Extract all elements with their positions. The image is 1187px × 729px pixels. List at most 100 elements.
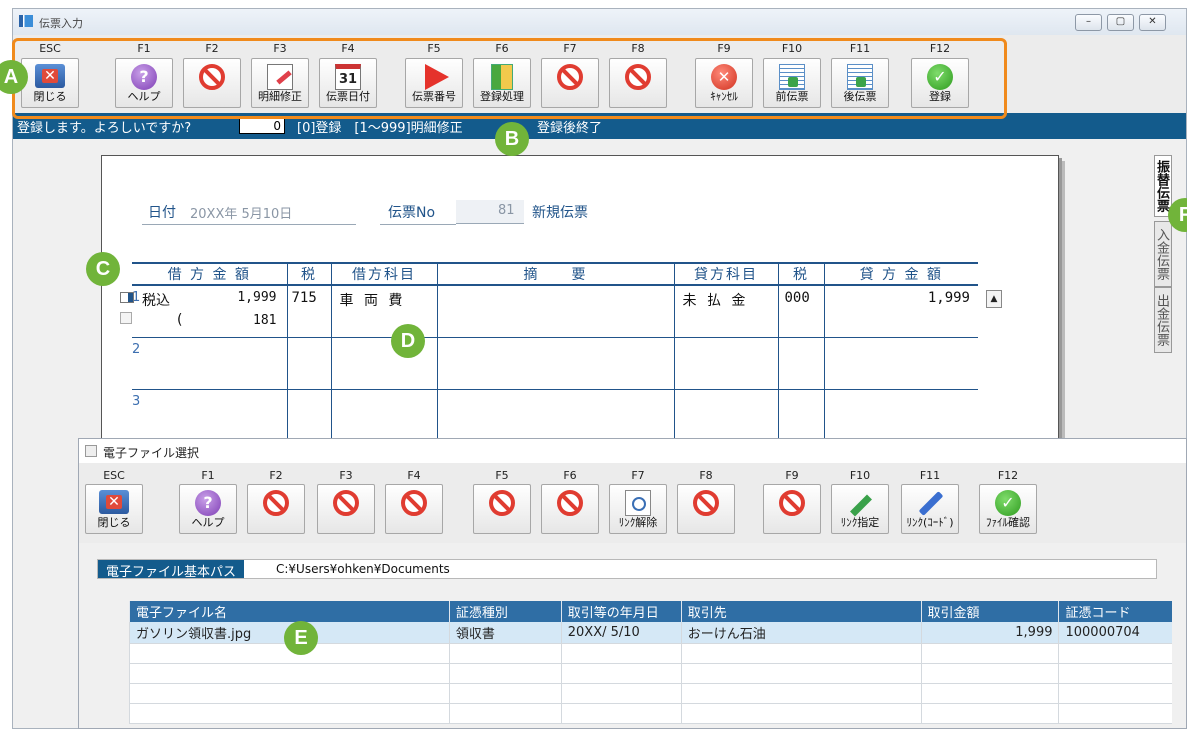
file-col-header[interactable]: 取引金額 [920, 601, 1059, 622]
no-icon [557, 490, 583, 516]
toolbar-button-f5[interactable] [473, 484, 531, 534]
pencil-icon[interactable] [120, 312, 132, 324]
credit-tax[interactable]: 000 [785, 290, 810, 306]
file-cell [560, 663, 682, 684]
base-path-value[interactable]: C:¥Users¥ohken¥Documents [276, 562, 450, 576]
file-cell [920, 703, 1059, 724]
col-debit-amount: 借 方 金 額 [132, 262, 287, 286]
file-col-header[interactable]: 証憑コード [1058, 601, 1172, 622]
toolbar-button-f2[interactable] [247, 484, 305, 534]
scroll-up-button[interactable]: ▲ [986, 290, 1002, 308]
fkey-label-f3: F3 [339, 469, 353, 482]
file-cell [680, 663, 922, 684]
journal-row[interactable]: 1 税込 1,999 ( 181 715 車 両 費 未 払 金 000 1,9… [132, 285, 978, 338]
base-path-bar: 電子ファイル基本パス C:¥Users¥ohken¥Documents [97, 559, 1157, 580]
tax-type: 税込 [142, 293, 170, 309]
col-memo: 摘 要 [436, 262, 674, 286]
status-hint-2: 登録後終了 [537, 121, 603, 136]
fkey-label-f5: F5 [495, 469, 509, 482]
file-cell [129, 703, 450, 724]
toolbar-button-f6[interactable] [541, 484, 599, 534]
file-cell [920, 643, 1059, 664]
marker-e: E [284, 621, 318, 655]
file-cell [1058, 703, 1172, 724]
journal-row[interactable]: 3 [132, 389, 978, 442]
toolbar-button-f11[interactable]: ﾘﾝｸ(ｺｰﾄﾞ) [901, 484, 959, 534]
fkey-label-f11: F11 [919, 469, 941, 482]
file-col-header[interactable]: 証憑種別 [448, 601, 562, 622]
close-icon [99, 490, 129, 514]
toolbar-button-f10[interactable]: ﾘﾝｸ指定 [831, 484, 889, 534]
debit-account[interactable]: 車 両 費 [340, 293, 406, 309]
no-icon [693, 490, 719, 516]
col-debit-tax: 税 [286, 262, 331, 286]
file-row[interactable] [129, 663, 1172, 684]
row-select-icon[interactable] [120, 292, 134, 303]
toolbar-highlight [12, 38, 1007, 119]
toolbar-button-label: ﾘﾝｸ(ｺｰﾄﾞ) [906, 516, 954, 529]
minimize-button[interactable]: – [1075, 14, 1102, 31]
toolbar-button-f9[interactable] [763, 484, 821, 534]
toolbar-button-label: 閉じる [97, 516, 131, 529]
file-col-header[interactable]: 取引等の年月日 [560, 601, 682, 622]
maximize-button[interactable]: ▢ [1107, 14, 1134, 31]
slip-no-field[interactable]: 81 [498, 203, 515, 218]
debit-amount[interactable]: 1,999 [237, 290, 276, 305]
col-credit-account: 貸方科目 [673, 262, 778, 286]
date-label: 日付 [148, 205, 176, 221]
no-icon [333, 490, 359, 516]
title-bar: 伝票入力 – ▢ ✕ [13, 9, 1186, 35]
credit-amount[interactable]: 1,999 [928, 290, 970, 306]
confirm-input[interactable]: 0 [239, 118, 285, 134]
file-row[interactable] [129, 703, 1172, 724]
toolbar-button-label: ﾘﾝｸ解除 [618, 516, 658, 529]
toolbar-button-label: ﾌｧｲﾙ確認 [986, 516, 1030, 529]
slip-no-label: 伝票No [388, 205, 436, 221]
debit-tax[interactable]: 715 [292, 290, 317, 306]
dialog-title: 電子ファイル選択 [103, 446, 200, 460]
toolbar-button-f12[interactable]: ✓ ﾌｧｲﾙ確認 [979, 484, 1037, 534]
tab-slip-type[interactable]: 出金伝票 [1154, 287, 1172, 353]
window-title: 伝票入力 [39, 17, 83, 30]
credit-account[interactable]: 未 払 金 [683, 293, 749, 309]
file-cell [1058, 663, 1172, 684]
file-cell [129, 663, 450, 684]
toolbar-button-f3[interactable] [317, 484, 375, 534]
close-window-button[interactable]: ✕ [1139, 14, 1166, 31]
fkey-label-f4: F4 [407, 469, 421, 482]
date-field[interactable]: 20XX年 5月10日 [190, 203, 292, 222]
col-debit-account: 借方科目 [330, 262, 437, 286]
toolbar-button-f8[interactable] [677, 484, 735, 534]
col-credit-amount: 貸 方 金 額 [823, 262, 978, 286]
marker-b: B [495, 122, 529, 156]
file-cell [1058, 683, 1172, 704]
file-row[interactable] [129, 683, 1172, 704]
no-icon [779, 490, 805, 516]
fkey-label-f8: F8 [699, 469, 713, 482]
fkey-label-f2: F2 [269, 469, 283, 482]
file-col-header[interactable]: 取引先 [680, 601, 922, 622]
slip-status: 新規伝票 [532, 205, 588, 221]
file-cell [448, 683, 562, 704]
link-arrow-icon [847, 490, 873, 516]
toolbar-button-f7[interactable]: ﾘﾝｸ解除 [609, 484, 667, 534]
help-icon: ? [195, 490, 221, 516]
toolbar-button-esc[interactable]: 閉じる [85, 484, 143, 534]
toolbar-button-f1[interactable]: ? ヘルプ [179, 484, 237, 534]
toolbar-button-f4[interactable] [385, 484, 443, 534]
journal-row[interactable]: 2 [132, 337, 978, 390]
tab-slip-type[interactable]: 入金伝票 [1154, 221, 1172, 287]
toolbar-button-label: ヘルプ [191, 516, 225, 529]
dialog-toolbar: ESC閉じるF1?ヘルプF2F3F4F5F6F7ﾘﾝｸ解除F8F9F10ﾘﾝｸ指… [79, 463, 1186, 543]
fkey-label-f1: F1 [201, 469, 215, 482]
file-cell [560, 703, 682, 724]
file-cell: 100000704 [1058, 622, 1172, 644]
file-cell: 20XX/ 5/10 [560, 622, 682, 644]
file-cell [680, 643, 922, 664]
toolbar-button-label: ﾘﾝｸ指定 [840, 516, 880, 529]
marker-c: C [86, 252, 120, 286]
dialog-title-bar: 電子ファイル選択 [79, 439, 1186, 463]
file-col-header[interactable]: 電子ファイル名 [129, 601, 450, 622]
file-select-dialog: 電子ファイル選択 ESC閉じるF1?ヘルプF2F3F4F5F6F7ﾘﾝｸ解除F8… [78, 438, 1187, 729]
base-path-label: 電子ファイル基本パス [98, 560, 245, 580]
